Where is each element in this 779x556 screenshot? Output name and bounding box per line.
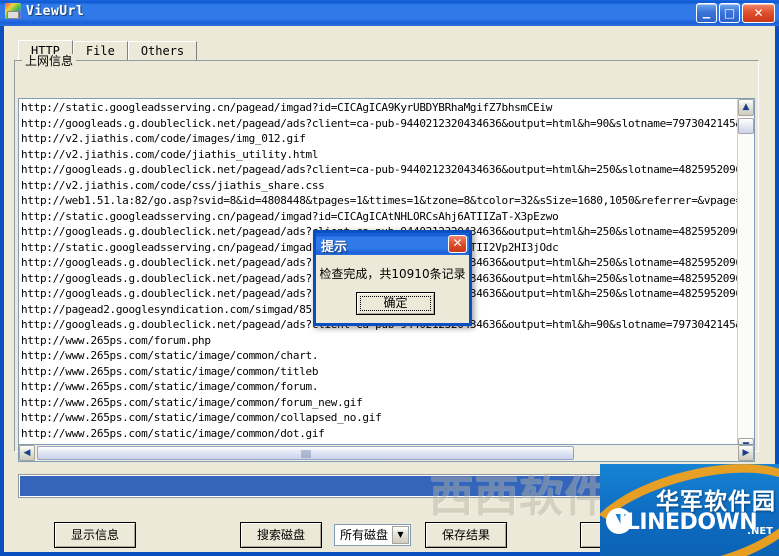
show-info-button[interactable]: 显示信息 <box>54 522 136 548</box>
search-disk-label: 搜索磁盘 <box>256 528 305 542</box>
tip-dialog-title-bar[interactable]: 提示 ✕ <box>316 233 469 255</box>
list-item[interactable]: http://v2.jiathis.com/code/css/jiathis_s… <box>21 178 739 194</box>
vertical-scroll-thumb[interactable] <box>738 118 754 134</box>
tab-others[interactable]: Others <box>127 41 198 61</box>
list-item[interactable]: http://v2.jiathis.com/code/jiathis_utili… <box>21 147 739 163</box>
tab-file-label: File <box>85 44 115 58</box>
logo-tld-text: .NET <box>747 526 773 537</box>
vertical-scroll-track[interactable] <box>738 116 754 438</box>
disk-select-value: 所有磁盘 <box>340 528 389 542</box>
scroll-thumb-grip-icon <box>301 450 310 458</box>
tip-dialog-close-icon[interactable]: ✕ <box>448 235 467 253</box>
search-disk-button[interactable]: 搜索磁盘 <box>240 522 322 548</box>
maximize-button[interactable]: □ <box>719 3 740 23</box>
horizontal-scroll-thumb[interactable] <box>37 446 574 460</box>
title-bar-left: ViewUrl <box>5 3 84 19</box>
list-item[interactable]: http://www.265ps.com/forum.php <box>21 333 739 349</box>
save-result-button[interactable]: 保存结果 <box>425 522 507 548</box>
window-controls: _ □ ✕ <box>696 3 775 23</box>
minimize-icon: _ <box>702 1 711 19</box>
list-item[interactable]: http://www.265ps.com/static/image/common… <box>21 364 739 380</box>
app-window: ViewUrl _ □ ✕ HTTP File Others 上网信息 http… <box>0 0 779 556</box>
scroll-right-icon[interactable]: ▶ <box>738 445 754 461</box>
scroll-left-icon[interactable]: ◀ <box>19 445 35 461</box>
chevron-down-icon[interactable]: ▼ <box>392 526 409 544</box>
list-item[interactable]: http://static.googleadsserving.cn/pagead… <box>21 100 739 116</box>
list-item[interactable]: http://www.265ps.com/static/image/common… <box>21 379 739 395</box>
tip-dialog-title: 提示 <box>321 240 348 255</box>
close-icon: ✕ <box>753 6 764 20</box>
title-bar[interactable]: ViewUrl _ □ ✕ <box>0 0 779 26</box>
vertical-scrollbar[interactable]: ▲ ▼ <box>737 99 754 455</box>
group-box-label: 上网信息 <box>22 54 77 68</box>
show-info-label: 显示信息 <box>70 528 119 542</box>
list-item[interactable]: http://www.265ps.com/static/image/common… <box>21 426 739 440</box>
disk-select[interactable]: 所有磁盘 ▼ <box>334 524 411 546</box>
app-palette-icon <box>5 3 21 19</box>
tab-file[interactable]: File <box>72 41 128 61</box>
maximize-icon: □ <box>723 6 736 20</box>
save-result-label: 保存结果 <box>441 528 490 542</box>
list-item[interactable]: http://googleads.g.doubleclick.net/pagea… <box>21 116 739 132</box>
close-button[interactable]: ✕ <box>742 3 775 23</box>
tip-dialog-message: 检查完成，共10910条记录 <box>319 267 466 281</box>
tab-others-label: Others <box>140 44 185 58</box>
list-item[interactable]: http://v2.jiathis.com/code/images/img_01… <box>21 131 739 147</box>
list-item[interactable]: http://web1.51.la:82/go.asp?svid=8&id=48… <box>21 193 739 209</box>
tip-dialog: 提示 ✕ 检查完成，共10910条记录 确定 <box>313 230 472 326</box>
list-item[interactable]: http://www.265ps.com/static/image/common… <box>21 410 739 426</box>
tip-dialog-ok-button[interactable]: 确定 <box>356 292 435 315</box>
list-item[interactable]: http://static.googleadsserving.cn/pagead… <box>21 209 739 225</box>
list-item[interactable]: http://www.265ps.com/static/image/common… <box>21 395 739 411</box>
logo-english-text: NLINEDOWN <box>608 510 758 535</box>
list-item[interactable]: http://www.265ps.com/static/image/common… <box>21 348 739 364</box>
list-item[interactable]: http://googleads.g.doubleclick.net/pagea… <box>21 162 739 178</box>
minimize-button[interactable]: _ <box>696 3 717 23</box>
window-title: ViewUrl <box>26 3 85 19</box>
tip-dialog-ok-label: 确定 <box>383 296 408 310</box>
horizontal-scrollbar[interactable]: ◀ ▶ <box>18 444 755 462</box>
scroll-up-icon[interactable]: ▲ <box>738 99 754 116</box>
watermark-onlinedown-logo: 华军软件园 NLINEDOWN .NET <box>600 464 779 556</box>
